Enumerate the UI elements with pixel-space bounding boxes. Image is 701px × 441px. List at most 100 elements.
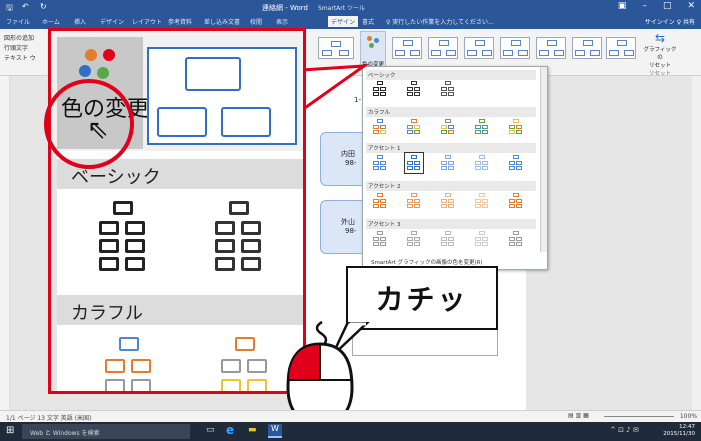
color-option[interactable]	[373, 231, 387, 247]
text-pane-button[interactable]: テキスト ウ	[4, 53, 36, 62]
tab-view[interactable]: 表示	[276, 17, 288, 26]
color-option[interactable]	[407, 81, 421, 97]
taskbar-search[interactable]: Web と Windows を検索	[22, 424, 190, 439]
ribbon-display-icon[interactable]: ▣	[618, 1, 627, 11]
tab-mailings[interactable]: 差し込み文書	[204, 17, 240, 26]
color-option-selected[interactable]	[404, 152, 424, 174]
color-option[interactable]	[441, 155, 455, 171]
tab-file[interactable]: ファイル	[6, 17, 30, 26]
color-option[interactable]	[441, 193, 455, 209]
tab-home[interactable]: ホーム	[42, 17, 60, 26]
color-option[interactable]	[407, 193, 421, 209]
card-name: 内田	[341, 150, 355, 158]
card-name: 外山	[341, 218, 355, 226]
section-accent-3: アクセント 3	[366, 219, 536, 229]
color-option[interactable]	[509, 231, 523, 247]
green-dot	[97, 67, 109, 79]
layout-thumbnail[interactable]	[318, 37, 354, 59]
signin-share[interactable]: サインイン ♀ 共有	[645, 17, 695, 26]
maximize-button[interactable]: □	[663, 1, 672, 11]
color-option[interactable]	[373, 193, 387, 209]
clock-time: 12:47	[679, 424, 695, 430]
tab-references[interactable]: 参考資料	[168, 17, 192, 26]
style-thumbnail-6[interactable]	[572, 37, 602, 59]
minimize-button[interactable]: –	[642, 1, 647, 11]
vertical-scrollbar[interactable]	[692, 76, 701, 410]
color-option[interactable]	[509, 193, 523, 209]
color-option[interactable]	[407, 231, 421, 247]
tab-layout[interactable]: レイアウト	[132, 17, 162, 26]
reset-graphic-button[interactable]: ⇆ グラフィックの リセット リセット	[643, 31, 677, 77]
section-basic: ベーシック	[366, 70, 536, 80]
reset-graphic-icon: ⇆	[654, 31, 666, 45]
zoom-basic-option-2[interactable]	[215, 201, 263, 281]
word-taskbar-icon[interactable]: W	[268, 424, 282, 438]
click-balloon: カチッ	[346, 266, 498, 330]
zoom-colorful-option-2[interactable]	[221, 337, 269, 391]
zoom-level: 100%	[679, 413, 697, 420]
status-info: 1/1 ページ 13 文字 英語 (米国)	[6, 415, 92, 422]
click-sound-text: カチッ	[375, 283, 469, 316]
document-title: 連絡網 - Word	[262, 4, 308, 12]
color-option[interactable]	[475, 119, 489, 135]
color-option[interactable]	[407, 119, 421, 135]
section-accent-2: アクセント 2	[366, 181, 536, 191]
color-gallery-dropdown: ベーシック カラフル アクセント 1 アクセント 2 アクセント 3 Smart…	[362, 66, 548, 270]
color-option[interactable]	[441, 119, 455, 135]
title-bar: 🖫 ↶ ↻ 連絡網 - Word SmartArt ツール ▣ – □ ✕	[0, 0, 701, 15]
vertical-ruler	[0, 76, 10, 410]
color-option[interactable]	[441, 81, 455, 97]
undo-icon[interactable]: ↶	[22, 2, 29, 11]
task-view-icon[interactable]: ▭	[206, 425, 215, 435]
taskbar: ⊞ Web と Windows を検索 ▭ e ▬ W ^ ⊡ ♪ ✉ 12:4…	[0, 422, 701, 441]
color-option[interactable]	[475, 155, 489, 171]
view-mode-icons[interactable]: ▤ ▥ ▦	[568, 412, 589, 419]
color-option[interactable]	[475, 231, 489, 247]
status-bar: 1/1 ページ 13 文字 英語 (米国) ▤ ▥ ▦ 100%	[0, 410, 701, 422]
color-option[interactable]	[509, 155, 523, 171]
zoom-colorful-option-1[interactable]	[105, 337, 153, 391]
style-thumbnail-2[interactable]	[428, 37, 458, 59]
system-tray-icons[interactable]: ^ ⊡ ♪ ✉	[610, 426, 639, 434]
blue-dot	[79, 65, 91, 77]
red-dot	[103, 49, 115, 61]
zoom-layout-thumbnail[interactable]	[147, 47, 297, 145]
save-icon[interactable]: 🖫	[6, 2, 13, 16]
windows-start-icon[interactable]: ⊞	[6, 425, 14, 436]
style-thumbnail-1[interactable]	[392, 37, 422, 59]
gallery-scrollbar[interactable]	[540, 67, 547, 252]
color-option[interactable]	[441, 231, 455, 247]
tab-insert[interactable]: 挿入	[74, 17, 86, 26]
reset-label-1: グラフィックの	[643, 47, 677, 61]
clock-date: 2015/11/30	[663, 431, 695, 437]
color-option[interactable]	[509, 119, 523, 135]
section-accent-1: アクセント 1	[366, 143, 536, 153]
redo-icon[interactable]: ↻	[40, 2, 47, 11]
orange-dot	[85, 49, 97, 61]
style-thumbnail-5[interactable]	[536, 37, 566, 59]
section-colorful: カラフル	[366, 107, 536, 117]
smartart-tools-label: SmartArt ツール	[318, 5, 365, 12]
recolor-pictures-option[interactable]: SmartArt グラフィックの画像の色を変更(R)	[371, 258, 483, 266]
add-shape-button[interactable]: 図形の追加	[4, 33, 34, 42]
tab-design[interactable]: デザイン	[100, 17, 124, 26]
tab-format[interactable]: 書式	[362, 17, 374, 26]
clock[interactable]: 12:47 2015/11/30	[663, 424, 695, 438]
tab-smartart-design[interactable]: デザイン	[328, 16, 359, 27]
style-thumbnail-7[interactable]	[606, 37, 636, 59]
file-explorer-icon[interactable]: ▬	[248, 425, 257, 435]
color-option[interactable]	[373, 119, 387, 135]
tell-me-search[interactable]: ♀ 実行したい作業を入力してください...	[386, 17, 494, 26]
edge-browser-icon[interactable]: e	[226, 423, 234, 437]
style-thumbnail-3[interactable]	[464, 37, 494, 59]
tab-review[interactable]: 校閲	[250, 17, 262, 26]
style-thumbnail-4[interactable]	[500, 37, 530, 59]
zoom-slider[interactable]	[604, 416, 674, 417]
add-bullet-button[interactable]: 行頭文字	[4, 43, 28, 52]
card-number: 98-	[345, 227, 357, 235]
color-option[interactable]	[475, 193, 489, 209]
close-button[interactable]: ✕	[687, 1, 695, 11]
color-option[interactable]	[373, 155, 387, 171]
zoom-basic-option-1[interactable]	[99, 201, 147, 281]
ribbon-tabs: ファイル ホーム 挿入 デザイン レイアウト 参考資料 差し込み文書 校閲 表示…	[0, 15, 701, 29]
